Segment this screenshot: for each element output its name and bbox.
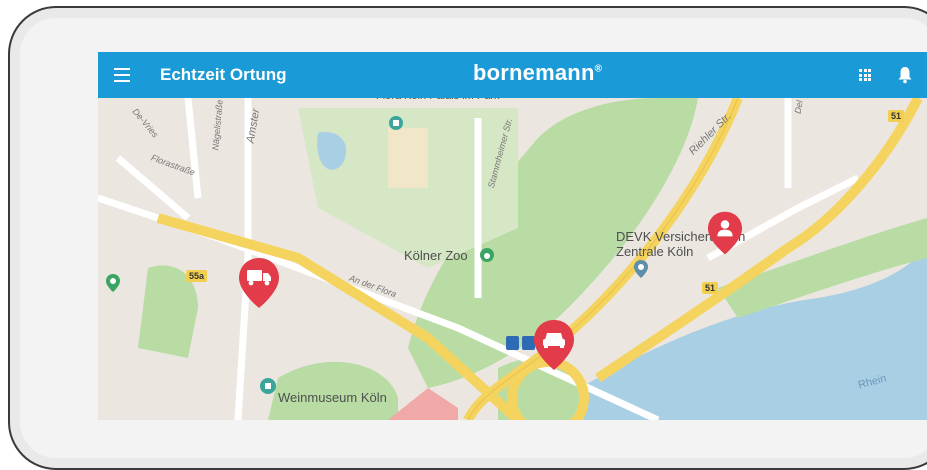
place-label-zoo: Kölner Zoo (404, 248, 468, 263)
grid-icon[interactable] (859, 69, 871, 81)
route-shield: 51 (888, 110, 905, 122)
bell-icon[interactable] (897, 66, 913, 84)
poi-flora-icon[interactable] (389, 116, 403, 130)
truck-marker[interactable] (237, 256, 281, 310)
car-marker[interactable] (532, 318, 576, 372)
poi-devk-icon[interactable] (634, 260, 648, 278)
app-bar: Echtzeit Ortung bornemann® (98, 52, 927, 98)
person-marker[interactable] (706, 210, 744, 256)
poi-zoo-icon[interactable] (480, 248, 494, 262)
brand-mark: ® (594, 63, 603, 75)
poi-green-icon[interactable] (106, 274, 120, 292)
route-shield: 51 (702, 282, 719, 294)
place-label-weinmuseum: Weinmuseum Köln (278, 390, 387, 405)
place-label-devk-2: Zentrale Köln (616, 244, 694, 259)
page-title: Echtzeit Ortung (160, 65, 287, 84)
map-canvas[interactable] (98, 98, 927, 420)
route-shield: 55a (186, 270, 208, 282)
brand-name: bornemann (473, 60, 595, 85)
map-view[interactable]: Flora Köln Palais im Park Kölner Zoo DEV… (98, 90, 927, 420)
hamburger-icon[interactable] (114, 68, 130, 82)
poi-weinmuseum-icon[interactable] (260, 378, 276, 394)
brand-logo: bornemann® (473, 60, 602, 86)
app-screen: Echtzeit Ortung bornemann® Kölner Zoo DE… (98, 52, 927, 420)
